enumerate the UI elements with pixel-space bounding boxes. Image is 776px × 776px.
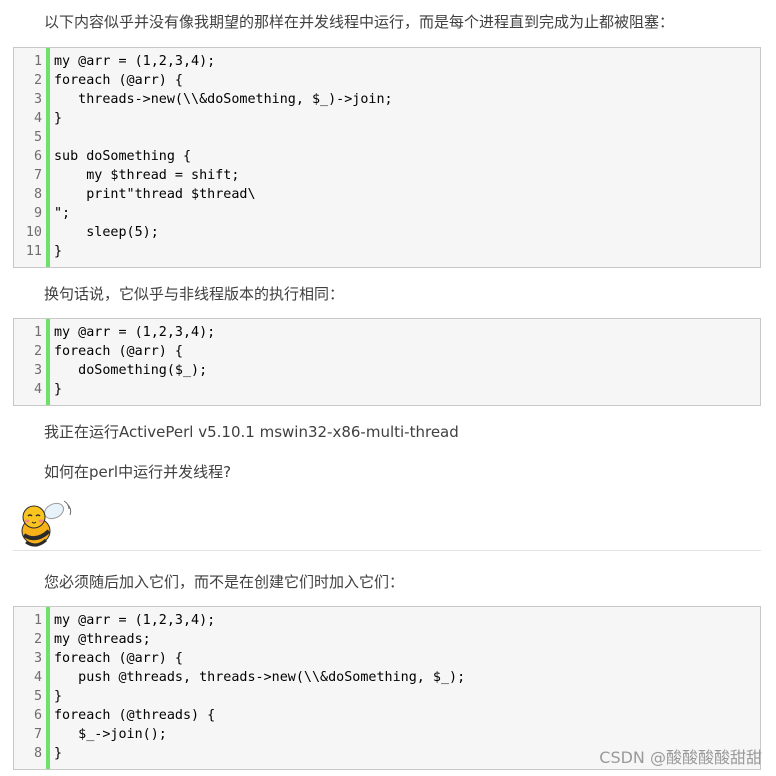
code-text: doSomething($_); — [54, 363, 208, 378]
line-number: 5 — [33, 689, 42, 704]
code-text: sub doSomething { — [54, 149, 192, 164]
watermark: CSDN @酸酸酸酸甜甜 — [599, 748, 762, 767]
code-text: "; — [54, 206, 71, 221]
code-line: 7 my $thread = shift; — [14, 166, 760, 185]
code-line: 9 "; — [14, 204, 760, 223]
code-text: } — [54, 244, 63, 259]
paragraph-4: 如何在perl中运行并发线程? — [44, 463, 232, 481]
code-line: 5} — [14, 687, 760, 706]
code-text: } — [54, 382, 63, 397]
code-text: foreach (@threads) { — [54, 708, 216, 723]
code-text: } — [54, 111, 63, 126]
code-line: 8 print"thread $thread\ — [14, 185, 760, 204]
code-line: 1 my @arr = (1,2,3,4); — [14, 52, 760, 71]
line-number: 6 — [33, 708, 42, 723]
bee-avatar-icon — [12, 495, 76, 551]
code-block-2: 1 my @arr = (1,2,3,4); 2 foreach (@arr) { 3 … — [13, 318, 761, 406]
line-number: 1 — [33, 325, 42, 340]
code-text: my @arr = (1,2,3,4); — [54, 325, 216, 340]
code-text: my $thread = shift; — [54, 168, 240, 183]
code-line: 6 sub doSomething { — [14, 147, 760, 166]
code-line: 3 foreach (@arr) { — [14, 649, 760, 668]
code-line: 2 foreach (@arr) { — [14, 71, 760, 90]
line-number: 10 — [25, 225, 42, 240]
line-number: 11 — [25, 244, 42, 259]
line-number: 4 — [33, 111, 42, 126]
line-number: 2 — [33, 632, 42, 647]
line-number: 1 — [33, 54, 42, 69]
code-text: sleep(5); — [54, 225, 159, 240]
code-text: my @arr = (1,2,3,4); — [54, 613, 216, 628]
code-line: 4} — [14, 380, 760, 399]
line-number: 8 — [33, 746, 42, 761]
code-line: 2 foreach (@arr) { — [14, 342, 760, 361]
line-number: 3 — [33, 363, 42, 378]
line-number: 3 — [33, 92, 42, 107]
line-number: 9 — [33, 206, 42, 221]
code-text: foreach (@arr) { — [54, 651, 183, 666]
paragraph-2: 换句话说，它似乎与非线程版本的执行相同： — [44, 285, 345, 303]
code-line: 2 my @threads; — [14, 630, 760, 649]
line-number: 7 — [33, 727, 42, 742]
paragraph-answer: 您必须随后加入它们，而不是在创建它们时加入它们： — [44, 573, 405, 591]
line-number: 5 — [33, 130, 42, 145]
code-line: 1 my @arr = (1,2,3,4); — [14, 611, 760, 630]
code-line: 10 sleep(5); — [14, 223, 760, 242]
line-number: 6 — [33, 149, 42, 164]
paragraph-intro: 以下内容似乎并没有像我期望的那样在并发线程中运行，而是每个进程直到完成为止都被阻… — [44, 13, 675, 31]
paragraph-3: 我正在运行ActivePerl v5.10.1 mswin32-x86-mult… — [44, 423, 459, 441]
code-line: 7 $_->join(); — [14, 725, 760, 744]
code-text: } — [54, 689, 63, 704]
code-text: } — [54, 746, 63, 761]
code-line: 1 my @arr = (1,2,3,4); — [14, 323, 760, 342]
divider — [13, 550, 761, 551]
line-number: 2 — [33, 73, 42, 88]
code-line: 11} — [14, 242, 760, 261]
line-number: 1 — [33, 613, 42, 628]
code-text: foreach (@arr) { — [54, 344, 183, 359]
line-number: 4 — [33, 382, 42, 397]
code-text: my @threads; — [54, 632, 151, 647]
line-number: 3 — [33, 651, 42, 666]
code-text: my @arr = (1,2,3,4); — [54, 54, 216, 69]
code-block-1: 1 my @arr = (1,2,3,4); 2 foreach (@arr) { 3 … — [13, 47, 761, 268]
code-line: 3 threads->new(\\&doSomething, $_)->join… — [14, 90, 760, 109]
line-number: 7 — [33, 168, 42, 183]
code-line: 6 foreach (@threads) { — [14, 706, 760, 725]
code-line: 4 push @threads, threads->new(\\&doSomet… — [14, 668, 760, 687]
code-line: 3 doSomething($_); — [14, 361, 760, 380]
code-text: push @threads, threads->new(\\&doSomethi… — [54, 670, 466, 685]
code-line: 5 — [14, 128, 760, 147]
line-number: 8 — [33, 187, 42, 202]
line-number: 4 — [33, 670, 42, 685]
code-text: threads->new(\\&doSomething, $_)->join; — [54, 92, 393, 107]
code-text: $_->join(); — [54, 727, 167, 742]
code-line: 4} — [14, 109, 760, 128]
line-number: 2 — [33, 344, 42, 359]
code-text: foreach (@arr) { — [54, 73, 183, 88]
code-text: print"thread $thread\ — [54, 187, 256, 202]
